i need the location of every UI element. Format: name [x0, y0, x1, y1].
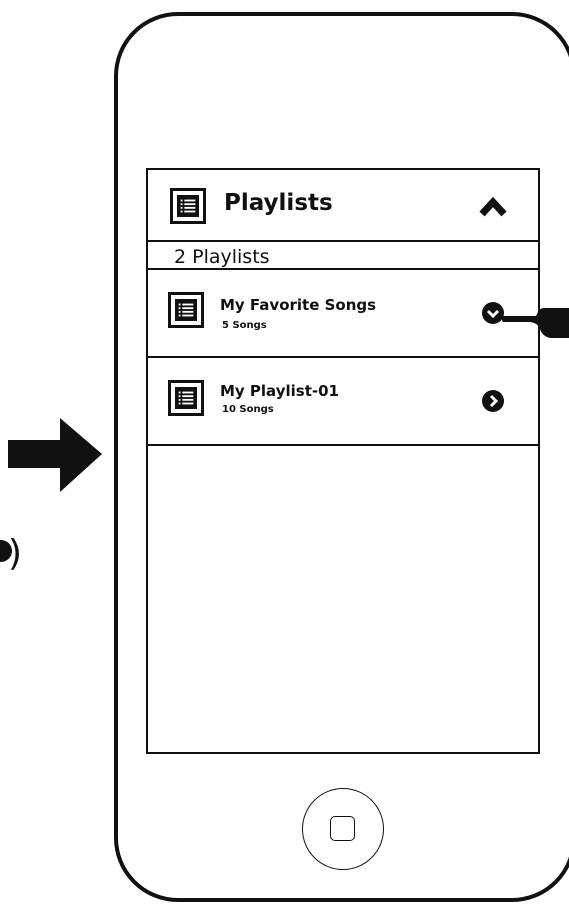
playlist-name: My Favorite Songs	[220, 296, 377, 314]
finger-pointer-icon	[502, 308, 569, 338]
playlist-count: 2 Playlists	[174, 246, 270, 268]
right-arrow-icon	[8, 418, 102, 492]
chevron-right-circle-icon[interactable]	[482, 390, 504, 412]
playlist-song-count: 10 Songs	[222, 404, 274, 415]
playlist-count-bar: 2 Playlists	[148, 244, 538, 270]
playlist-item[interactable]: My Playlist-01 10 Songs	[148, 360, 538, 446]
playlist-name: My Playlist-01	[220, 382, 339, 400]
playlists-header[interactable]: Playlists	[148, 170, 538, 242]
playlist-icon	[168, 292, 204, 328]
playlist-song-count: 5 Songs	[222, 320, 267, 331]
chevron-up-icon[interactable]	[478, 194, 508, 218]
home-button[interactable]	[302, 788, 384, 870]
phone-screen: Playlists 2 Playlists My Favorite Songs …	[146, 168, 540, 754]
playlist-icon	[170, 188, 206, 224]
playlist-item[interactable]: My Favorite Songs 5 Songs	[148, 272, 538, 358]
home-square-icon	[330, 816, 355, 841]
page-title: Playlists	[224, 190, 333, 216]
partial-symbol-icon: )	[0, 532, 40, 576]
playlist-icon	[168, 380, 204, 416]
